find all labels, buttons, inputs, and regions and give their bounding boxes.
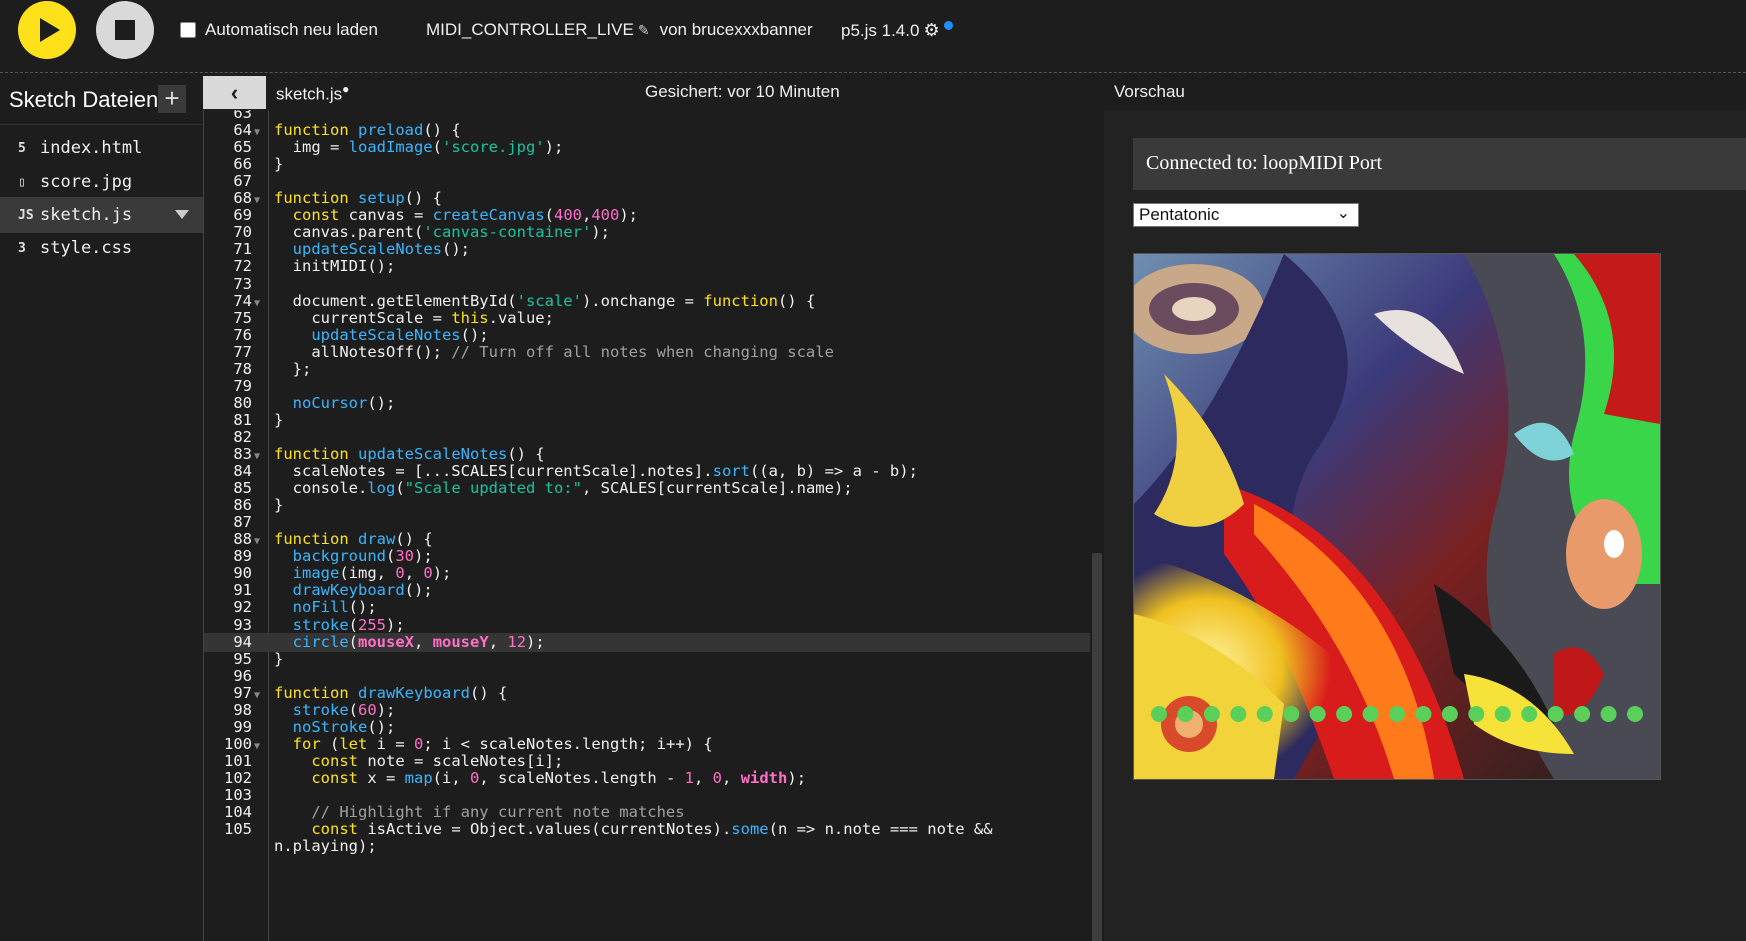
file-options-caret-icon[interactable] — [175, 210, 189, 219]
keyboard-note-dot — [1256, 706, 1273, 722]
project-name[interactable]: MIDI_CONTROLLER_LIVE — [426, 20, 634, 40]
preview-pane: Connected to: loopMIDI Port Pentatonic ⌄ — [1104, 110, 1746, 941]
collapse-sidebar-button[interactable]: ‹ — [203, 76, 266, 109]
html-file-icon: 5 — [18, 140, 26, 156]
saved-status: Gesichert: vor 10 Minuten — [645, 82, 840, 101]
midi-status-text: Connected to: loopMIDI Port — [1146, 152, 1383, 174]
autoload-toggle[interactable]: Automatisch neu laden — [180, 20, 378, 40]
autoload-checkbox[interactable] — [180, 22, 196, 38]
top-toolbar: Automatisch neu laden MIDI_CONTROLLER_LI… — [0, 0, 1746, 73]
project-author[interactable]: von brucexxxbanner — [660, 20, 813, 40]
keyboard-note-dot — [1494, 706, 1511, 722]
scale-select[interactable]: Pentatonic ⌄ — [1133, 203, 1359, 227]
keyboard-note-dot — [1230, 706, 1247, 722]
image-file-icon: ▯ — [18, 174, 26, 190]
play-button[interactable] — [18, 1, 76, 59]
sidebar-header: Sketch Dateien + — [0, 74, 203, 125]
preview-label: Vorschau — [1114, 82, 1185, 101]
css-file-icon: 3 — [18, 240, 26, 256]
keyboard-note-dot — [1151, 706, 1167, 722]
sketch-canvas[interactable] — [1133, 253, 1661, 780]
keyboard-note-dot — [1336, 706, 1353, 722]
keyboard-note-dot — [1547, 706, 1564, 722]
file-item-index-html[interactable]: 5 index.html — [0, 130, 203, 166]
file-name: index.html — [40, 138, 143, 158]
file-item-score-jpg[interactable]: ▯ score.jpg — [0, 164, 203, 200]
project-info: MIDI_CONTROLLER_LIVE ✎ von brucexxxbanne… — [426, 20, 813, 40]
unsaved-indicator: ● — [342, 82, 350, 96]
play-icon — [39, 18, 60, 42]
keyboard-note-dot — [1283, 706, 1300, 722]
scale-select-value: Pentatonic — [1139, 205, 1220, 224]
midi-status-bar: Connected to: loopMIDI Port — [1133, 138, 1746, 190]
file-name: sketch.js — [40, 205, 133, 225]
file-item-style-css[interactable]: 3 style.css — [0, 230, 203, 266]
code-line[interactable]: n.playing); — [204, 837, 1090, 856]
sidebar-title: Sketch Dateien — [9, 87, 159, 112]
pencil-icon[interactable]: ✎ — [638, 22, 650, 39]
version-info[interactable]: p5.js 1.4.0 ⚙ — [841, 20, 953, 41]
keyboard-note-dot — [1600, 706, 1617, 722]
p5-version: p5.js 1.4.0 — [841, 20, 920, 40]
chevron-down-icon: ⌄ — [1336, 205, 1350, 222]
file-item-sketch-js[interactable]: JS sketch.js — [0, 197, 203, 233]
keyboard-note-dot — [1627, 706, 1643, 722]
gear-icon[interactable]: ⚙ — [923, 20, 939, 41]
code-text: n.playing); — [274, 837, 377, 856]
editor-scroll-thumb[interactable] — [1092, 553, 1102, 941]
autoload-label: Automatisch neu laden — [205, 20, 378, 39]
chevron-left-icon: ‹ — [230, 79, 239, 105]
keyboard-note-dot — [1441, 706, 1458, 722]
keyboard-note-dot — [1203, 706, 1220, 722]
file-sidebar: Sketch Dateien + 5 index.html ▯ score.jpg JS… — [0, 74, 203, 941]
stop-button[interactable] — [96, 1, 154, 59]
keyboard-note-dot — [1362, 706, 1379, 722]
file-name: score.jpg — [40, 172, 133, 192]
editor-header: ‹ sketch.js● Gesichert: vor 10 Minuten — [203, 74, 1103, 110]
add-file-button[interactable]: + — [158, 85, 186, 113]
keyboard-note-dot — [1574, 706, 1591, 722]
file-name: style.css — [40, 238, 133, 258]
keyboard-note-dot — [1309, 706, 1326, 722]
keyboard-note-dot — [1521, 706, 1538, 722]
keyboard-note-dot — [1468, 706, 1485, 722]
keyboard-note-dot — [1177, 706, 1194, 722]
keyboard-note-dot — [1389, 706, 1405, 722]
editor-tab[interactable]: sketch.js● — [276, 82, 349, 105]
editor-tab-label: sketch.js — [276, 84, 343, 104]
keyboard-note-dot — [1415, 706, 1432, 722]
notification-dot — [943, 21, 953, 30]
stop-icon — [115, 20, 135, 40]
psychedelic-artwork — [1134, 254, 1660, 779]
js-file-icon: JS — [18, 207, 34, 223]
code-editor[interactable]: 63 64 ▼ function preload() {65 img = loadIm… — [203, 110, 1105, 941]
